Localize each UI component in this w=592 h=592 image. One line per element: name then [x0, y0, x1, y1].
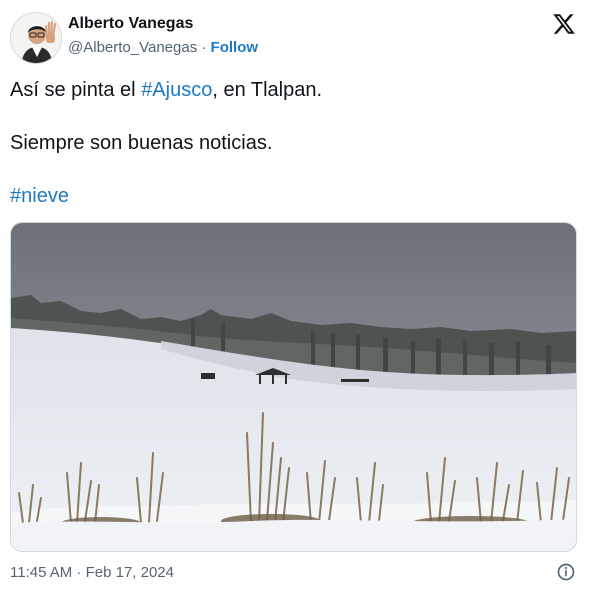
author-display-name[interactable]: Alberto Vanegas	[68, 14, 258, 34]
hashtag-ajusco-link[interactable]: #Ajusco	[141, 79, 212, 101]
info-icon[interactable]	[556, 562, 576, 582]
author-info: Alberto Vanegas @Alberto_Vanegas · Follo…	[68, 14, 258, 59]
hashtag-nieve-link[interactable]: #nieve	[10, 185, 69, 207]
author-subline: @Alberto_Vanegas · Follow	[68, 37, 258, 59]
snowy-landscape-image	[11, 223, 576, 551]
tweet-line-2: Siempre son buenas noticias.	[10, 132, 273, 154]
tweet-line-3: #nieve	[10, 184, 570, 209]
tweet-text-segment: Así se pinta el	[10, 79, 142, 101]
tweet-text-segment: , en Tlalpan.	[212, 79, 323, 101]
follow-button[interactable]: Follow	[211, 39, 259, 56]
tweet-timestamp[interactable]: 11:45 AM · Feb 17, 2024	[10, 564, 174, 581]
tweet-line-1: Así se pinta el #Ajusco, en Tlalpan.	[10, 78, 570, 103]
separator-dot: ·	[197, 39, 211, 56]
tweet-footer: 11:45 AM · Feb 17, 2024	[10, 562, 576, 584]
x-logo-icon[interactable]	[552, 12, 576, 36]
avatar[interactable]	[10, 12, 62, 64]
tweet-text: Así se pinta el #Ajusco, en Tlalpan. Sie…	[10, 78, 570, 209]
tweet-photo[interactable]	[10, 222, 577, 552]
tweet-header: Alberto Vanegas @Alberto_Vanegas · Follo…	[10, 12, 582, 64]
author-handle[interactable]: @Alberto_Vanegas	[68, 39, 197, 56]
